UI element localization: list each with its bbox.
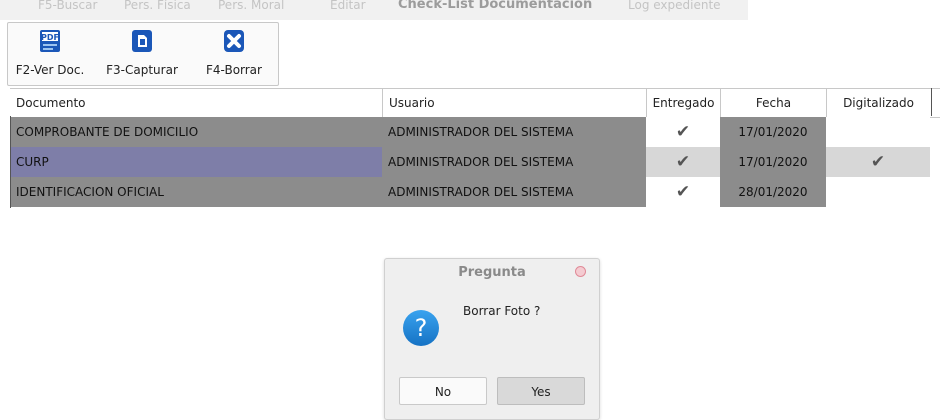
cell-documento: IDENTIFICACION OFICIAL [10,177,382,207]
dialog-message: Borrar Foto ? [463,304,541,318]
check-icon: ✔ [675,152,691,172]
tab-strip: F5-Buscar Pers. Física Pers. Moral Edita… [0,0,748,20]
grid-left-border [10,116,11,208]
cell-usuario: ADMINISTRADOR DEL SISTEMA [382,177,646,207]
svg-text:?: ? [415,314,428,342]
tab-persona-moral[interactable]: Pers. Moral [218,0,284,15]
column-header-usuario[interactable]: Usuario [382,89,646,117]
cell-usuario: ADMINISTRADOR DEL SISTEMA [382,117,646,147]
tab-persona-fisica[interactable]: Pers. Física [124,0,191,15]
question-icon: ? [403,310,439,346]
tab-log-expediente[interactable]: Log expediente [628,0,721,15]
cell-fecha: 17/01/2020 [720,147,826,177]
cell-entregado: ✔ [646,117,720,147]
table-row[interactable]: IDENTIFICACION OFICIAL ADMINISTRADOR DEL… [10,177,940,207]
column-header-digitalizado[interactable]: Digitalizado [826,89,930,117]
check-icon: ✔ [675,122,691,142]
cell-documento: COMPROBANTE DE DOMICILIO [10,117,382,147]
ver-doc-button[interactable]: PDF F2-Ver Doc. [8,23,92,83]
cell-fecha: 28/01/2020 [720,177,826,207]
capturar-button[interactable]: F3-Capturar [92,23,192,83]
cell-entregado: ✔ [646,147,720,177]
borrar-button[interactable]: F4-Borrar [192,23,276,83]
delete-icon [224,30,244,52]
column-header-fecha[interactable]: Fecha [720,89,826,117]
cell-digitalizado: ✔ [826,147,930,177]
pdf-icon: PDF [40,30,60,52]
tab-buscar[interactable]: F5-Buscar [38,0,97,15]
table-row[interactable]: COMPROBANTE DE DOMICILIO ADMINISTRADOR D… [10,117,940,147]
cell-digitalizado [826,117,930,147]
cell-digitalizado [826,177,930,207]
tab-editar[interactable]: Editar [330,0,366,15]
toolbar: PDF F2-Ver Doc. F3-Capturar F4-Borrar [7,22,279,86]
borrar-label: F4-Borrar [206,63,262,77]
column-header-documento[interactable]: Documento [10,89,382,117]
tab-check-list-documentacion[interactable]: Check-List Documentación [398,0,592,15]
cell-entregado: ✔ [646,177,720,207]
dialog-titlebar[interactable]: Pregunta [385,259,599,285]
check-icon: ✔ [675,182,691,202]
documents-table: Documento Usuario Entregado Fecha Digita… [10,88,944,207]
cell-fecha: 17/01/2020 [720,117,826,147]
ver-doc-label: F2-Ver Doc. [15,63,85,77]
check-icon: ✔ [870,152,886,172]
yes-button[interactable]: Yes [497,377,585,405]
dialog-title: Pregunta [458,265,526,280]
svg-text:PDF: PDF [41,33,59,42]
table-row-selected[interactable]: CURP ADMINISTRADOR DEL SISTEMA ✔ 17/01/2… [10,147,940,177]
close-icon[interactable] [575,266,586,277]
column-header-entregado[interactable]: Entregado [646,89,720,117]
capturar-label: F3-Capturar [106,63,178,77]
cell-usuario: ADMINISTRADOR DEL SISTEMA [382,147,646,177]
capture-icon [132,30,152,52]
table-header: Documento Usuario Entregado Fecha Digita… [10,88,940,118]
cell-documento: CURP [10,147,382,177]
no-button[interactable]: No [399,377,487,405]
confirm-dialog: Pregunta ? Borrar Foto ? No Yes [384,258,600,420]
grid-right-border [931,88,932,116]
